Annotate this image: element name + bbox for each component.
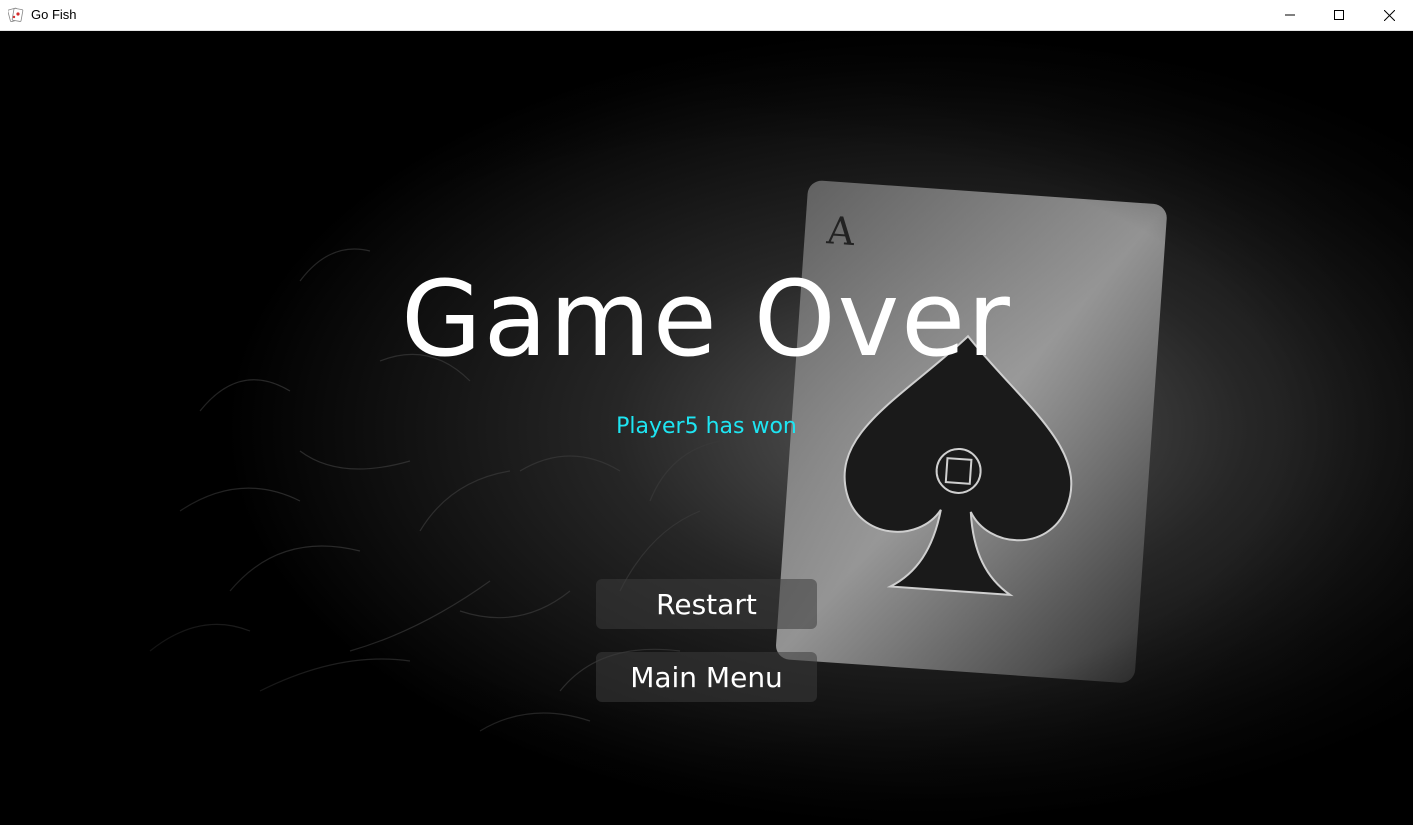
minimize-icon (1285, 10, 1295, 20)
game-over-title: Game Over (401, 258, 1012, 380)
maximize-button[interactable] (1316, 0, 1362, 30)
close-button[interactable] (1366, 0, 1412, 30)
game-over-screen: A Game Over Player5 has won Restart Main… (0, 31, 1413, 825)
main-menu-button[interactable]: Main Menu (596, 652, 817, 702)
maximize-icon (1334, 10, 1344, 20)
window-title: Go Fish (31, 7, 77, 22)
minimize-button[interactable] (1267, 0, 1313, 30)
winner-text: Player5 has won (616, 414, 797, 439)
game-window: Go Fish Game Over Player5 has won Restar… (0, 0, 1413, 825)
close-icon (1383, 9, 1395, 21)
title-bar[interactable]: Go Fish (0, 0, 1413, 31)
playing-cards-icon (7, 6, 24, 24)
restart-button[interactable]: Restart (596, 579, 817, 629)
